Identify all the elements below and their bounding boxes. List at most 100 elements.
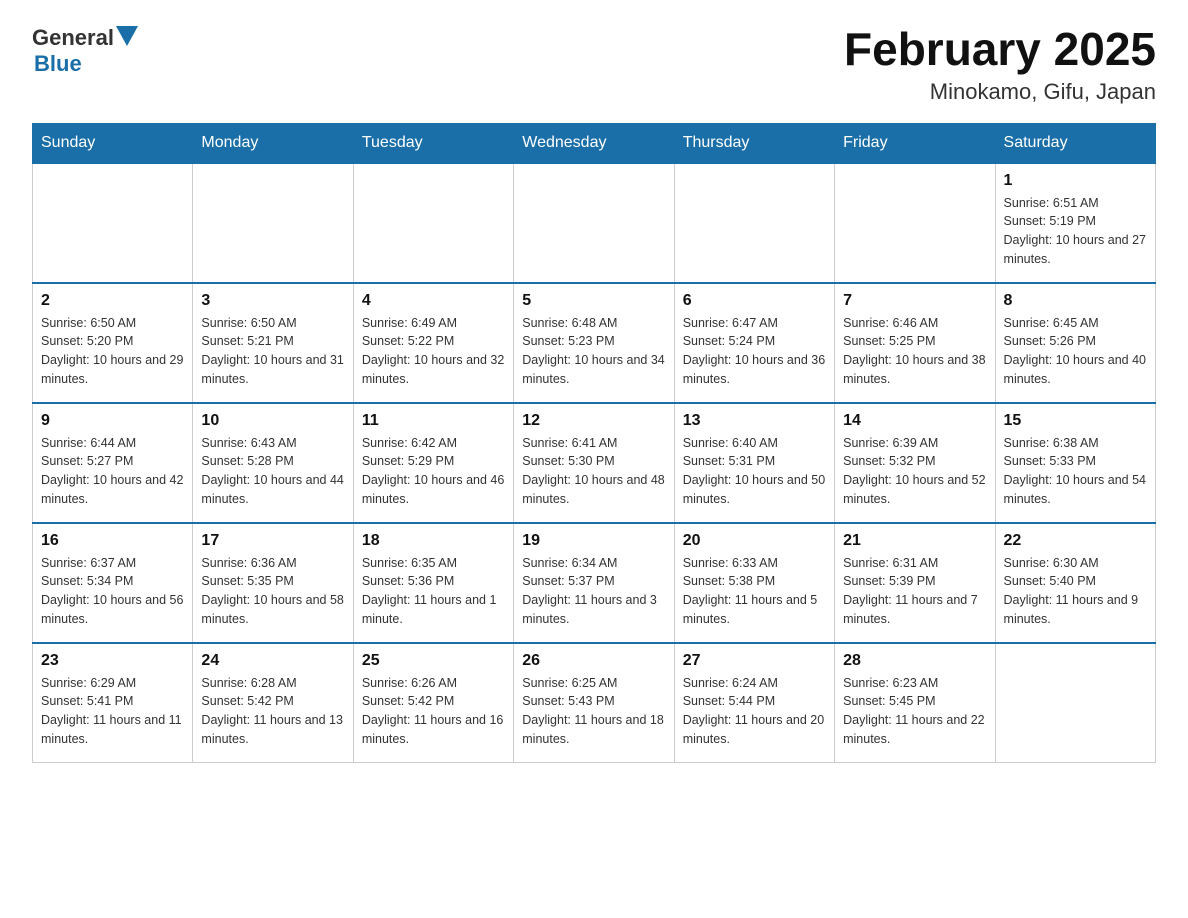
day-number: 8 xyxy=(1004,292,1147,310)
calendar-title: February 2025 xyxy=(844,24,1156,75)
day-number: 14 xyxy=(843,412,986,430)
table-row xyxy=(995,643,1155,763)
table-row: 12 Sunrise: 6:41 AMSunset: 5:30 PMDayligh… xyxy=(514,403,674,523)
day-info: Sunrise: 6:45 AMSunset: 5:26 PMDaylight:… xyxy=(1004,314,1147,389)
day-number: 13 xyxy=(683,412,826,430)
day-number: 5 xyxy=(522,292,665,310)
table-row: 21 Sunrise: 6:31 AMSunset: 5:39 PMDayligh… xyxy=(835,523,995,643)
day-number: 25 xyxy=(362,652,505,670)
logo-arrow-icon xyxy=(116,26,138,46)
day-info: Sunrise: 6:28 AMSunset: 5:42 PMDaylight:… xyxy=(201,674,344,749)
day-number: 15 xyxy=(1004,412,1147,430)
table-row: 6 Sunrise: 6:47 AMSunset: 5:24 PMDaylight… xyxy=(674,283,834,403)
table-row: 14 Sunrise: 6:39 AMSunset: 5:32 PMDayligh… xyxy=(835,403,995,523)
table-row: 2 Sunrise: 6:50 AMSunset: 5:20 PMDaylight… xyxy=(33,283,193,403)
table-row: 11Sunrise: 6:42 AMSunset: 5:29 PMDayligh… xyxy=(353,403,513,523)
day-info: Sunrise: 6:49 AMSunset: 5:22 PMDaylight:… xyxy=(362,314,505,389)
day-number: 11 xyxy=(362,412,505,430)
day-number: 6 xyxy=(683,292,826,310)
table-row: 1 Sunrise: 6:51 AMSunset: 5:19 PMDaylight… xyxy=(995,163,1155,283)
day-number: 20 xyxy=(683,532,826,550)
day-info: Sunrise: 6:50 AMSunset: 5:21 PMDaylight:… xyxy=(201,314,344,389)
header-sunday: Sunday xyxy=(33,123,193,163)
day-number: 12 xyxy=(522,412,665,430)
day-number: 27 xyxy=(683,652,826,670)
calendar-week-row: 1 Sunrise: 6:51 AMSunset: 5:19 PMDaylight… xyxy=(33,163,1156,283)
day-number: 21 xyxy=(843,532,986,550)
table-row: 19Sunrise: 6:34 AMSunset: 5:37 PMDayligh… xyxy=(514,523,674,643)
table-row: 4 Sunrise: 6:49 AMSunset: 5:22 PMDaylight… xyxy=(353,283,513,403)
table-row xyxy=(674,163,834,283)
header-saturday: Saturday xyxy=(995,123,1155,163)
table-row xyxy=(33,163,193,283)
day-number: 22 xyxy=(1004,532,1147,550)
header-tuesday: Tuesday xyxy=(353,123,513,163)
calendar-subtitle: Minokamo, Gifu, Japan xyxy=(844,79,1156,105)
day-number: 18 xyxy=(362,532,505,550)
day-number: 4 xyxy=(362,292,505,310)
day-number: 1 xyxy=(1004,172,1147,190)
calendar-header-row: Sunday Monday Tuesday Wednesday Thursday… xyxy=(33,123,1156,163)
day-info: Sunrise: 6:47 AMSunset: 5:24 PMDaylight:… xyxy=(683,314,826,389)
day-number: 26 xyxy=(522,652,665,670)
day-number: 19 xyxy=(522,532,665,550)
logo-general-text: General xyxy=(32,25,114,51)
logo-blue-text: Blue xyxy=(34,51,82,76)
table-row: 27 Sunrise: 6:24 AMSunset: 5:44 PMDayligh… xyxy=(674,643,834,763)
day-info: Sunrise: 6:41 AMSunset: 5:30 PMDaylight:… xyxy=(522,434,665,509)
table-row: 23 Sunrise: 6:29 AMSunset: 5:41 PMDayligh… xyxy=(33,643,193,763)
table-row: 8 Sunrise: 6:45 AMSunset: 5:26 PMDaylight… xyxy=(995,283,1155,403)
table-row xyxy=(835,163,995,283)
day-number: 9 xyxy=(41,412,184,430)
day-number: 24 xyxy=(201,652,344,670)
day-number: 3 xyxy=(201,292,344,310)
day-info: Sunrise: 6:51 AMSunset: 5:19 PMDaylight:… xyxy=(1004,194,1147,269)
day-info: Sunrise: 6:23 AMSunset: 5:45 PMDaylight:… xyxy=(843,674,986,749)
table-row: 25 Sunrise: 6:26 AMSunset: 5:42 PMDayligh… xyxy=(353,643,513,763)
header-friday: Friday xyxy=(835,123,995,163)
table-row: 20 Sunrise: 6:33 AMSunset: 5:38 PMDayligh… xyxy=(674,523,834,643)
table-row xyxy=(514,163,674,283)
header-monday: Monday xyxy=(193,123,353,163)
day-info: Sunrise: 6:40 AMSunset: 5:31 PMDaylight:… xyxy=(683,434,826,509)
day-info: Sunrise: 6:30 AMSunset: 5:40 PMDaylight:… xyxy=(1004,554,1147,629)
day-number: 7 xyxy=(843,292,986,310)
table-row: 16 Sunrise: 6:37 AMSunset: 5:34 PMDayligh… xyxy=(33,523,193,643)
day-info: Sunrise: 6:29 AMSunset: 5:41 PMDaylight:… xyxy=(41,674,184,749)
logo: General Blue xyxy=(32,24,138,77)
day-info: Sunrise: 6:25 AMSunset: 5:43 PMDaylight:… xyxy=(522,674,665,749)
day-info: Sunrise: 6:37 AMSunset: 5:34 PMDaylight:… xyxy=(41,554,184,629)
day-info: Sunrise: 6:46 AMSunset: 5:25 PMDaylight:… xyxy=(843,314,986,389)
table-row: 18 Sunrise: 6:35 AMSunset: 5:36 PMDayligh… xyxy=(353,523,513,643)
title-block: February 2025 Minokamo, Gifu, Japan xyxy=(844,24,1156,105)
table-row: 5Sunrise: 6:48 AMSunset: 5:23 PMDaylight… xyxy=(514,283,674,403)
day-info: Sunrise: 6:36 AMSunset: 5:35 PMDaylight:… xyxy=(201,554,344,629)
header-wednesday: Wednesday xyxy=(514,123,674,163)
table-row: 26 Sunrise: 6:25 AMSunset: 5:43 PMDayligh… xyxy=(514,643,674,763)
day-number: 28 xyxy=(843,652,986,670)
day-info: Sunrise: 6:39 AMSunset: 5:32 PMDaylight:… xyxy=(843,434,986,509)
day-info: Sunrise: 6:44 AMSunset: 5:27 PMDaylight:… xyxy=(41,434,184,509)
table-row xyxy=(193,163,353,283)
calendar-week-row: 2 Sunrise: 6:50 AMSunset: 5:20 PMDaylight… xyxy=(33,283,1156,403)
day-info: Sunrise: 6:35 AMSunset: 5:36 PMDaylight:… xyxy=(362,554,505,629)
day-number: 17 xyxy=(201,532,344,550)
day-info: Sunrise: 6:26 AMSunset: 5:42 PMDaylight:… xyxy=(362,674,505,749)
day-number: 16 xyxy=(41,532,184,550)
day-info: Sunrise: 6:33 AMSunset: 5:38 PMDaylight:… xyxy=(683,554,826,629)
table-row: 17 Sunrise: 6:36 AMSunset: 5:35 PMDayligh… xyxy=(193,523,353,643)
day-info: Sunrise: 6:31 AMSunset: 5:39 PMDaylight:… xyxy=(843,554,986,629)
day-info: Sunrise: 6:43 AMSunset: 5:28 PMDaylight:… xyxy=(201,434,344,509)
day-info: Sunrise: 6:50 AMSunset: 5:20 PMDaylight:… xyxy=(41,314,184,389)
day-number: 23 xyxy=(41,652,184,670)
table-row: 10Sunrise: 6:43 AMSunset: 5:28 PMDayligh… xyxy=(193,403,353,523)
table-row: 15Sunrise: 6:38 AMSunset: 5:33 PMDayligh… xyxy=(995,403,1155,523)
table-row: 13 Sunrise: 6:40 AMSunset: 5:31 PMDayligh… xyxy=(674,403,834,523)
table-row: 3 Sunrise: 6:50 AMSunset: 5:21 PMDaylight… xyxy=(193,283,353,403)
table-row xyxy=(353,163,513,283)
table-row: 28 Sunrise: 6:23 AMSunset: 5:45 PMDayligh… xyxy=(835,643,995,763)
table-row: 9 Sunrise: 6:44 AMSunset: 5:27 PMDaylight… xyxy=(33,403,193,523)
table-row: 7 Sunrise: 6:46 AMSunset: 5:25 PMDaylight… xyxy=(835,283,995,403)
day-info: Sunrise: 6:24 AMSunset: 5:44 PMDaylight:… xyxy=(683,674,826,749)
day-number: 2 xyxy=(41,292,184,310)
